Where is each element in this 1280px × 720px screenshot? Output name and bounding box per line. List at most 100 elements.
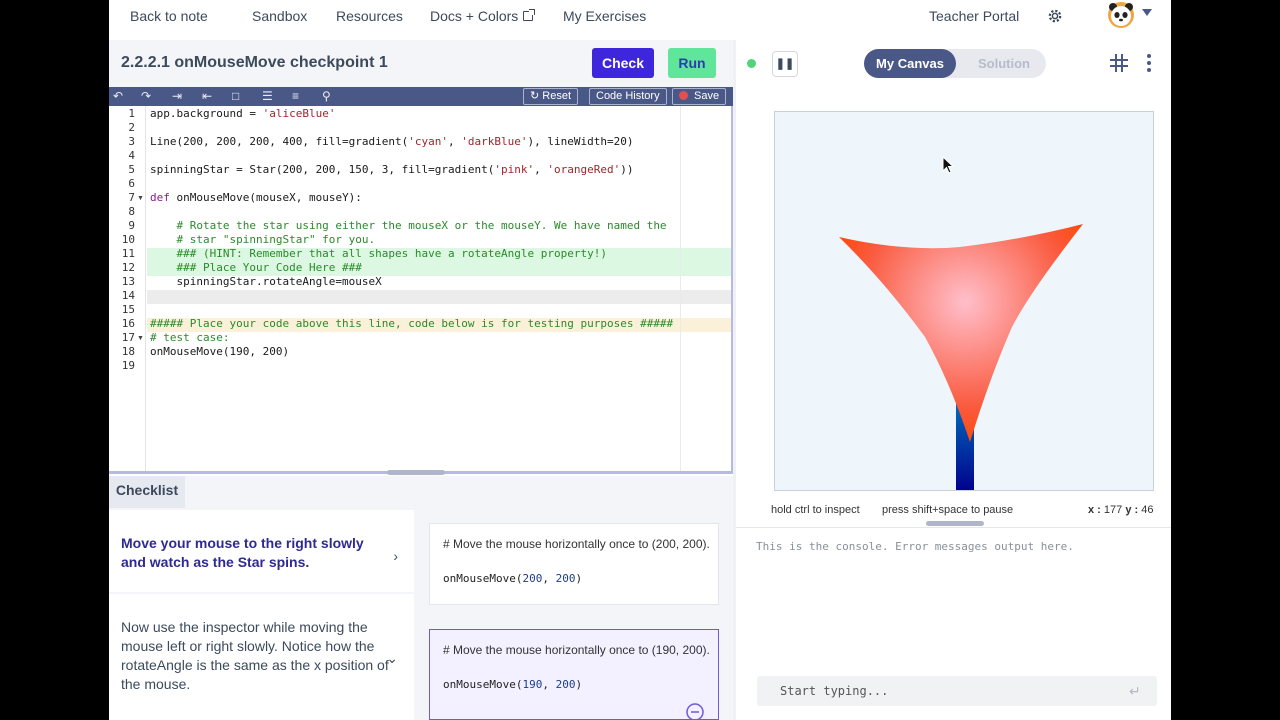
line-number: 12 [121,261,135,274]
inspect-hint: hold ctrl to inspect [771,504,860,516]
more-options-icon[interactable] [1145,53,1153,73]
indent-icon[interactable]: ⇥ [172,89,182,104]
code-line: # Rotate the star using either the mouse… [150,219,666,233]
redo-icon[interactable]: ↷ [141,89,151,104]
code-token: onMouseMove(190, 200) [150,345,290,358]
docs-colors-link[interactable]: Docs + Colors [430,8,536,24]
page-title: 2.2.2.1 onMouseMove checkpoint 1 [121,54,388,71]
tab-checklist[interactable]: Checklist [109,476,185,508]
print-margin [680,106,681,471]
code-token: def [150,191,177,204]
code-token: spinningStar = Star(200, 200, 150, 3, fi… [150,163,495,176]
save-button[interactable]: Save [672,88,727,105]
call-arg: 200 [555,572,576,585]
call-arg: 200 [522,572,543,585]
code-token: onMouseMove(mouseX, mouseY): [176,191,362,204]
code-token: 'orangeRed' [547,163,621,176]
record-icon [679,91,688,100]
test-case-card-active: # Move the mouse horizontally once to (1… [429,629,719,720]
fold-arrow-icon[interactable]: ▼ [137,335,144,342]
code-token: Line(200, 200, 200, 400, fill=gradient( [150,135,409,148]
code-line: def onMouseMove(mouseX, mouseY): [150,191,362,205]
line-number: 5 [128,163,135,176]
collapse-icon[interactable] [685,702,705,720]
fold-arrow-icon[interactable]: ▼ [137,195,144,202]
grid-icon[interactable] [1109,53,1129,73]
test-case-call: onMouseMove(200, 200) [443,572,583,585]
code-token: )) [620,163,634,176]
console-resize-handle[interactable] [926,521,984,526]
code-line: # test case: [150,331,229,345]
code-line: ### (HINT: Remember that all shapes have… [150,247,606,261]
line-gutter: 1 2 3 4 5 6 7 8 9 10 11 12 13 14 15 16 1… [109,106,146,471]
line-number: 16 [121,317,135,330]
back-to-note-link[interactable]: Back to note [130,8,208,24]
editor-resize-handle[interactable] [387,470,445,475]
tab-solution[interactable]: Solution [969,49,1039,78]
reset-button[interactable]: ↻ Reset [523,88,579,105]
task-text: Move your mouse to the right slowly and … [121,535,364,570]
drawing-canvas[interactable] [774,111,1154,491]
pause-hint: press shift+space to pause [882,504,1014,516]
console-output: This is the console. Error messages outp… [756,540,1074,553]
avatar[interactable] [1106,1,1136,29]
gear-icon[interactable] [1047,8,1063,24]
checklist-task[interactable]: Move your mouse to the right slowly and … [109,510,414,592]
checklist-task[interactable]: Now use the inspector while moving the m… [109,594,414,720]
docs-colors-label: Docs + Colors [430,8,519,24]
test-case-card: # Move the mouse horizontally once to (2… [429,523,719,605]
console-placeholder: Start typing... [780,684,889,698]
line-number: 8 [128,205,135,218]
code-token: # star "spinningStar" for you. [150,233,376,246]
tab-my-canvas[interactable]: My Canvas [864,49,956,78]
code-token: ), lineWidth=20) [527,135,634,148]
status-indicator [747,59,756,68]
undo-icon[interactable]: ↶ [113,89,123,104]
chevron-down-icon[interactable] [1142,9,1152,17]
code-line: Line(200, 200, 200, 400, fill=gradient( '… [150,135,633,149]
line-number: 3 [128,135,135,148]
comment-icon[interactable]: □ [232,89,239,104]
check-button[interactable]: Check [592,48,654,78]
line-number: 4 [128,149,135,162]
chevron-down-icon: ⌄ [386,650,398,666]
wrap-icon[interactable]: ≡ [292,89,299,104]
editor-toolbar: ↶ ↷ ⇥ ⇤ □ ☰ ≡ ⚲ ↻ Reset Code History Sav… [109,87,733,106]
code-token: , [448,135,462,148]
code-token: ##### Place your code above this line, c… [150,317,674,330]
line-number: 14 [121,289,135,302]
reset-icon: ↻ [530,90,540,102]
test-case-comment: # Move the mouse horizontally once to (1… [443,643,710,657]
line-number: 10 [121,233,135,246]
test-case-call: onMouseMove(190, 200) [443,678,583,691]
canvas-drawing [839,224,1083,490]
format-icon[interactable]: ☰ [262,89,273,104]
run-button[interactable]: Run [668,48,716,78]
line-number: 19 [121,359,135,372]
resources-link[interactable]: Resources [336,8,403,24]
test-case-comment: # Move the mouse horizontally once to (2… [443,537,710,551]
save-label: Save [694,90,720,102]
code-editor[interactable]: 1 2 3 4 5 6 7 8 9 10 11 12 13 14 15 16 1… [109,106,733,475]
line-number: 7 [128,191,135,204]
code-token: 'darkBlue' [461,135,528,148]
code-line: spinningStar = Star(200, 200, 150, 3, fi… [150,163,633,177]
line-number: 1 [128,107,135,120]
app-window: Back to note Sandbox Resources Docs + Co… [109,0,1171,720]
code-history-button[interactable]: Code History [589,88,667,105]
checklist-panel: Move your mouse to the right slowly and … [109,508,733,720]
call-fn: onMouseMove( [443,572,523,585]
mouse-coordinates: x : 177 y : 46 [1088,504,1153,516]
outdent-icon[interactable]: ⇤ [202,89,212,104]
code-line: spinningStar.rotateAngle=mouseX [150,275,381,289]
teacher-portal-link[interactable]: Teacher Portal [929,8,1019,24]
sandbox-link[interactable]: Sandbox [252,8,307,24]
search-icon[interactable]: ⚲ [322,89,331,104]
pause-button[interactable]: ❚❚ [772,51,798,77]
y-value: 46 [1141,504,1154,516]
line-number: 18 [121,345,135,358]
x-label: x : [1088,504,1101,516]
enter-icon[interactable]: ↵ [1129,683,1141,700]
checklist-header: Checklist [109,476,733,508]
my-exercises-link[interactable]: My Exercises [563,8,646,24]
